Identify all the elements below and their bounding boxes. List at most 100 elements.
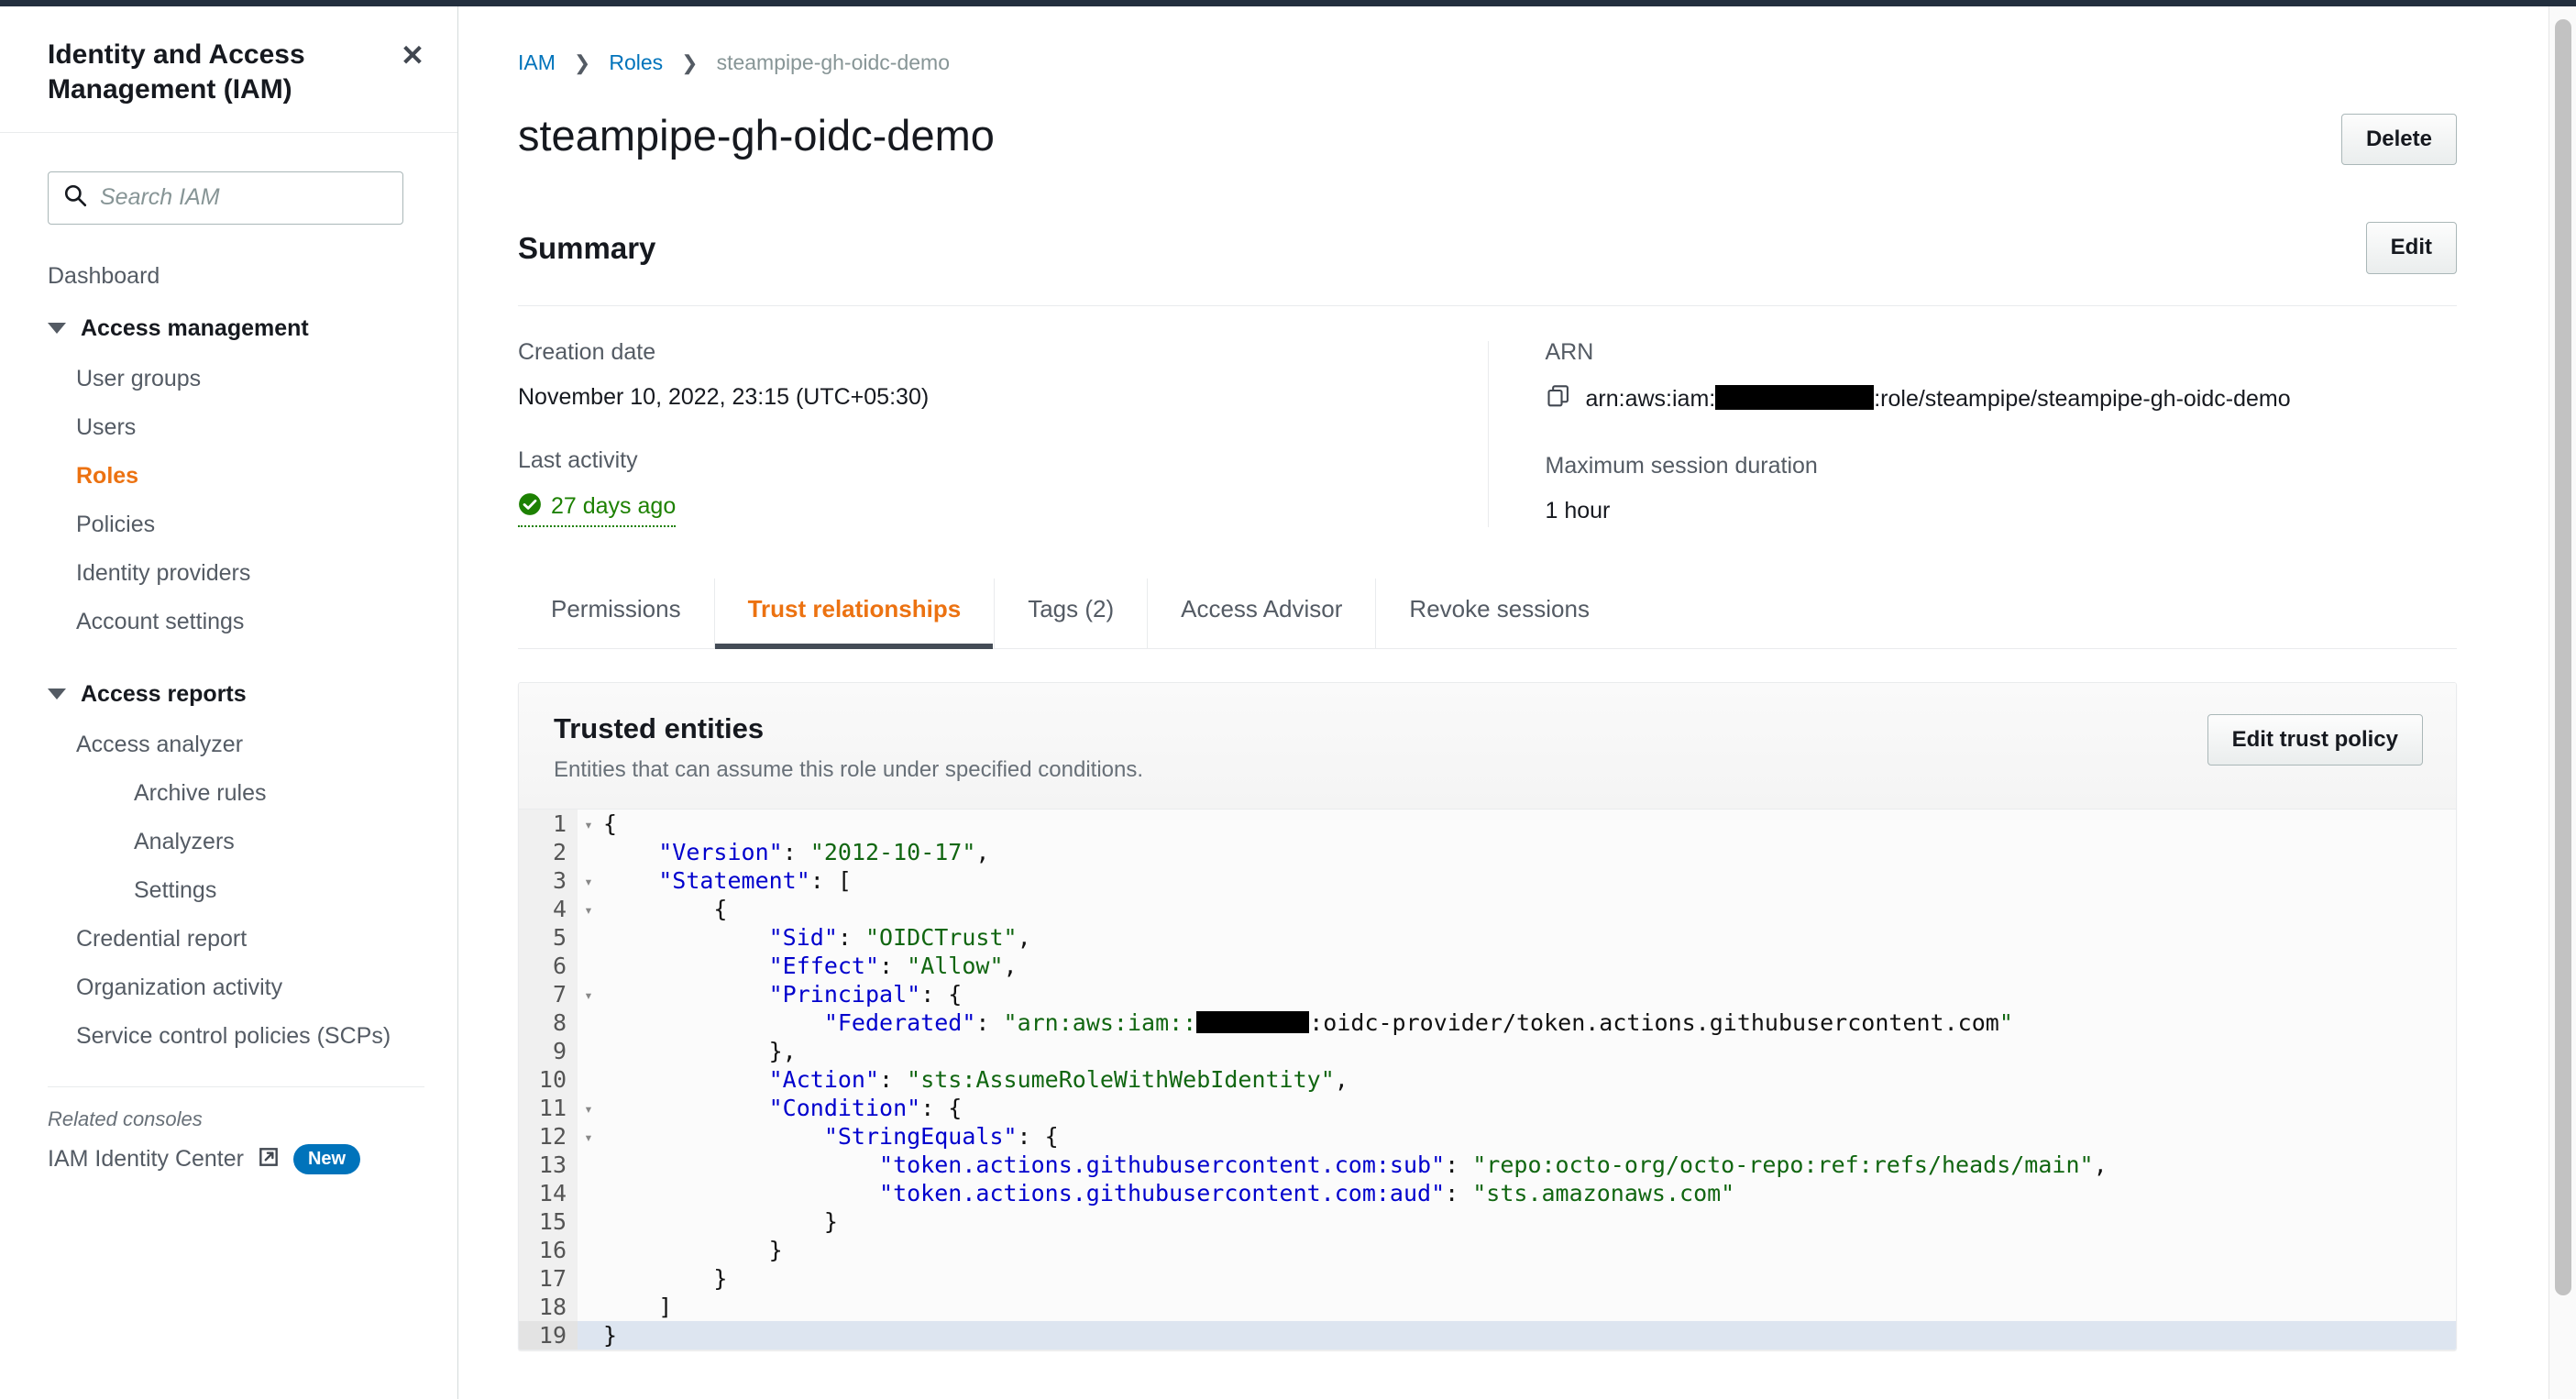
tab-revoke-sessions[interactable]: Revoke sessions: [1376, 578, 1623, 648]
last-activity-value[interactable]: 27 days ago: [518, 492, 677, 527]
line-number: 10: [519, 1064, 578, 1094]
code-text: "Principal": {: [768, 980, 963, 1008]
external-link-icon: [257, 1145, 281, 1173]
code-text: "Statement": [: [658, 866, 852, 894]
sidebar-item-organization-activity[interactable]: Organization activity: [76, 964, 424, 1012]
summary-header: Summary Edit: [518, 222, 2457, 274]
max-session-field: Maximum session duration 1 hour: [1545, 454, 2458, 523]
breadcrumb-current: steampipe-gh-oidc-demo: [716, 50, 950, 74]
code-line[interactable]: 14 "token.actions.githubusercontent.com:…: [519, 1178, 2456, 1207]
code-line[interactable]: 5 "Sid": "OIDCTrust",: [519, 922, 2456, 952]
tab-access-advisor[interactable]: Access Advisor: [1148, 578, 1377, 648]
sidebar-group-label: Access reports: [81, 680, 247, 707]
code-line[interactable]: 4 ▾ {: [519, 894, 2456, 925]
sidebar-item-account-settings[interactable]: Account settings: [76, 598, 424, 646]
fold-toggle-icon[interactable]: ▾: [578, 895, 600, 925]
code-line[interactable]: 16 }: [519, 1235, 2456, 1264]
related-consoles-label: Related consoles: [48, 1107, 203, 1130]
line-number: 6: [519, 951, 578, 980]
page-scrollbar[interactable]: [2548, 6, 2576, 1399]
sidebar-item-dashboard[interactable]: Dashboard: [48, 252, 424, 301]
summary-divider: [518, 304, 2457, 306]
arn-value: arn:aws:iam::role/steampipe/steampipe-gh…: [1586, 385, 2291, 413]
summary-heading: Summary: [518, 230, 656, 265]
line-number: 12: [519, 1121, 578, 1151]
sidebar-item-analyzers[interactable]: Analyzers: [134, 818, 424, 866]
summary-grid: Creation date November 10, 2022, 23:15 (…: [518, 338, 2458, 527]
fold-toggle-icon[interactable]: ▾: [578, 866, 600, 897]
fold-toggle-icon[interactable]: ▾: [578, 1122, 600, 1152]
code-line[interactable]: 11 ▾ "Condition": {: [519, 1093, 2456, 1124]
max-session-value: 1 hour: [1545, 497, 1611, 523]
search-box[interactable]: [48, 171, 403, 225]
fold-toggle-icon[interactable]: ▾: [578, 980, 600, 1010]
search-input[interactable]: [100, 184, 388, 212]
sidebar-item-archive-rules[interactable]: Archive rules: [134, 769, 424, 818]
code-line[interactable]: 10 "Action": "sts:AssumeRoleWithWebIdent…: [519, 1064, 2456, 1094]
sidebar-item-access-analyzer[interactable]: Access analyzer: [76, 721, 424, 769]
sidebar-item-identity-providers[interactable]: Identity providers: [76, 549, 424, 598]
code-line[interactable]: 17 }: [519, 1263, 2456, 1293]
breadcrumb-item-roles[interactable]: Roles: [609, 50, 663, 75]
code-line[interactable]: 15 }: [519, 1206, 2456, 1236]
delete-button[interactable]: Delete: [2340, 114, 2457, 166]
code-line[interactable]: 8 "Federated": "arn:aws:iam:::oidc-provi…: [519, 1008, 2456, 1037]
chevron-right-icon: ❯: [573, 50, 591, 74]
code-line[interactable]: 7 ▾ "Principal": {: [519, 979, 2456, 1010]
sidebar-item-settings[interactable]: Settings: [134, 866, 424, 915]
arn-field: ARN arn:aws:iam::role/steampipe/steampip…: [1546, 340, 2458, 414]
breadcrumb-item-iam[interactable]: IAM: [518, 50, 556, 75]
code-line[interactable]: 2 "Version": "2012-10-17",: [519, 837, 2456, 866]
code-line[interactable]: 1 ▾{: [519, 809, 2456, 840]
panel-title: Trusted entities: [554, 711, 765, 744]
copy-icon[interactable]: [1546, 384, 1571, 414]
sidebar-group-access-management[interactable]: Access management: [48, 301, 424, 355]
sidebar-item-service-control-policies[interactable]: Service control policies (SCPs): [76, 1012, 424, 1061]
code-text: "Federated": "arn:aws:iam:::oidc-provide…: [823, 1008, 2013, 1036]
creation-date-field: Creation date November 10, 2022, 23:15 (…: [518, 338, 1451, 410]
tab-trust-relationships[interactable]: Trust relationships: [714, 578, 996, 649]
line-number: 1: [519, 809, 578, 838]
fold-toggle-icon[interactable]: ▾: [578, 810, 600, 840]
fold-toggle-icon[interactable]: ▾: [578, 1094, 600, 1124]
related-consoles-row: IAM Identity Center New: [0, 1137, 457, 1174]
policy-code-editor[interactable]: 1 ▾{2 "Version": "2012-10-17", 3 ▾ "Stateme…: [519, 809, 2456, 1349]
edit-trust-policy-button[interactable]: Edit trust policy: [2207, 713, 2423, 766]
sidebar-item-policies[interactable]: Policies: [76, 501, 424, 549]
code-line[interactable]: 6 "Effect": "Allow",: [519, 951, 2456, 980]
code-text: }: [603, 1321, 618, 1349]
arn-row: arn:aws:iam::role/steampipe/steampipe-gh…: [1546, 384, 2458, 414]
sidebar-item-users[interactable]: Users: [76, 403, 424, 452]
line-number: 5: [519, 922, 578, 952]
last-activity-label: Last activity: [518, 446, 638, 473]
line-number: 2: [519, 837, 578, 866]
code-line[interactable]: 9 },: [519, 1036, 2456, 1065]
code-line[interactable]: 18 ]: [519, 1292, 2456, 1321]
sidebar-group-access-reports[interactable]: Access reports: [48, 666, 424, 721]
code-line[interactable]: 3 ▾ "Statement": [: [519, 865, 2456, 897]
scrollbar-thumb[interactable]: [2555, 19, 2571, 1295]
creation-date-label: Creation date: [518, 338, 656, 365]
redacted-account-id: [1715, 385, 1875, 411]
code-text: }: [603, 1264, 728, 1292]
sidebar-item-iam-identity-center[interactable]: IAM Identity Center: [48, 1146, 244, 1173]
sidebar-item-roles[interactable]: Roles: [76, 452, 424, 501]
code-text: "Condition": {: [768, 1094, 963, 1121]
line-number: 13: [519, 1150, 578, 1179]
code-line[interactable]: 12 ▾ "StringEquals": {: [519, 1121, 2456, 1152]
chevron-down-icon: [48, 323, 66, 335]
tab-permissions[interactable]: Permissions: [518, 578, 715, 648]
code-text: "Action": "sts:AssumeRoleWithWebIdentity…: [768, 1065, 1349, 1093]
main-content: IAM ❯ Roles ❯ steampipe-gh-oidc-demo ste…: [459, 6, 2515, 1399]
status-badge: New: [292, 1143, 361, 1174]
sidebar-nav: Dashboard Access management User groups …: [48, 252, 424, 1061]
close-icon[interactable]: ✕: [401, 41, 424, 70]
sidebar-item-credential-report[interactable]: Credential report: [76, 915, 424, 964]
edit-button[interactable]: Edit: [2365, 222, 2457, 274]
line-number: 7: [519, 979, 578, 1008]
tab-tags[interactable]: Tags (2): [995, 578, 1149, 648]
sidebar-item-user-groups[interactable]: User groups: [76, 355, 424, 403]
creation-date-value: November 10, 2022, 23:15 (UTC+05:30): [518, 383, 930, 410]
code-line[interactable]: 13 "token.actions.githubusercontent.com:…: [519, 1150, 2456, 1179]
code-line[interactable]: 19}: [519, 1320, 2456, 1349]
